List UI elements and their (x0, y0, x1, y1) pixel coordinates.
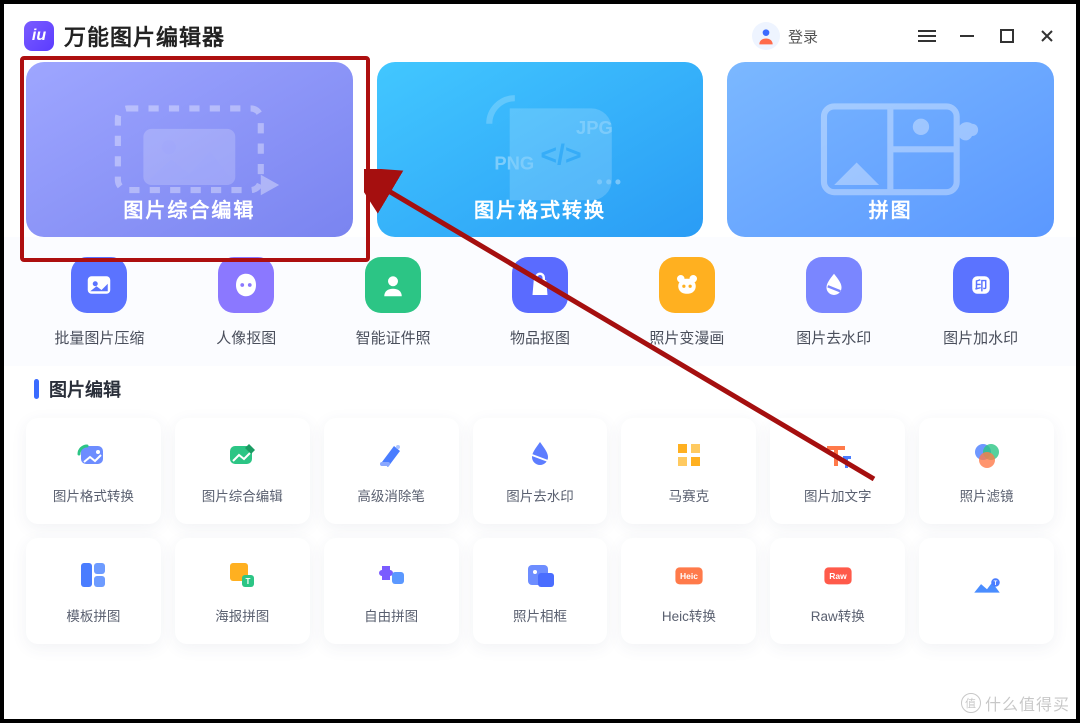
card-add-text[interactable]: 图片加文字 (770, 418, 905, 524)
card-label: Heic转换 (662, 605, 716, 625)
tool-label: 图片去水印 (796, 327, 871, 348)
hero-format-convert[interactable]: PNG JPG</> 图片格式转换 (377, 62, 704, 237)
svg-text:PNG: PNG (494, 153, 534, 174)
hero-image-edit[interactable]: 图片综合编辑 (26, 62, 353, 237)
frame-icon (522, 557, 558, 593)
tool-portrait-cutout[interactable]: 人像抠图 (173, 257, 320, 348)
watermark-text: 什么值得买 (985, 691, 1070, 715)
card-free-collage[interactable]: 自由拼图 (324, 538, 459, 644)
card-grid-row1: 图片格式转换 图片综合编辑 高级消除笔 图片去水印 马赛克 图片加文字 照片滤镜 (4, 418, 1076, 524)
tool-label: 照片变漫画 (649, 327, 724, 348)
edit-image-icon (224, 437, 260, 473)
hero-label: 拼图 (869, 194, 913, 223)
card-raw-convert[interactable]: Raw Raw转换 (770, 538, 905, 644)
card-poster-collage[interactable]: T 海报拼图 (175, 538, 310, 644)
text-icon (820, 437, 856, 473)
svg-text:Raw: Raw (829, 571, 847, 581)
tool-label: 批量图片压缩 (54, 327, 144, 348)
card-label: 图片综合编辑 (202, 485, 283, 505)
hero-row: 图片综合编辑 PNG JPG</> 图片格式转换 拼图 (4, 62, 1076, 237)
raw-icon: Raw (820, 557, 856, 593)
watermark: 值 什么值得买 (961, 691, 1070, 715)
svg-text:JPG: JPG (576, 117, 613, 138)
card-label: 高级消除笔 (357, 485, 425, 505)
tool-row: 批量图片压缩 人像抠图 智能证件照 物品抠图 照片变漫画 图片去水印 印 图片加… (4, 237, 1076, 366)
tool-label: 智能证件照 (356, 327, 431, 348)
card-more[interactable]: T (919, 538, 1054, 644)
app-logo-icon: iu (24, 21, 54, 51)
login-button[interactable]: 登录 (752, 22, 818, 50)
tool-label: 图片加水印 (943, 327, 1018, 348)
tool-label: 人像抠图 (216, 327, 276, 348)
hero-collage[interactable]: 拼图 (727, 62, 1054, 237)
section-header: 图片编辑 (4, 366, 1076, 418)
hero-label: 图片综合编辑 (123, 194, 255, 223)
tool-add-watermark[interactable]: 印 图片加水印 (907, 257, 1054, 348)
card-label: 自由拼图 (364, 605, 418, 625)
droplet-icon (806, 257, 862, 313)
card-format-convert[interactable]: 图片格式转换 (26, 418, 161, 524)
convert-icon (75, 437, 111, 473)
eraser-icon (373, 437, 409, 473)
login-label: 登录 (788, 26, 818, 47)
close-icon[interactable] (1038, 27, 1056, 45)
mosaic-icon (671, 437, 707, 473)
image-icon (71, 257, 127, 313)
accent-bar-icon (34, 379, 39, 399)
card-label: 图片格式转换 (53, 485, 134, 505)
card-grid-row2: 模板拼图 T 海报拼图 自由拼图 照片相框 Heic Heic转换 Raw Ra… (4, 538, 1076, 644)
filter-icon (969, 437, 1005, 473)
card-photo-frame[interactable]: 照片相框 (473, 538, 608, 644)
card-label: Raw转换 (811, 605, 865, 625)
droplet-slash-icon (522, 437, 558, 473)
menu-icon[interactable] (918, 27, 936, 45)
section-title: 图片编辑 (49, 376, 121, 402)
svg-text:印: 印 (974, 279, 987, 293)
card-label: 海报拼图 (215, 605, 269, 625)
tool-id-photo[interactable]: 智能证件照 (320, 257, 467, 348)
landscape-text-icon: T (969, 567, 1005, 603)
card-label: 模板拼图 (66, 605, 120, 625)
card-eraser[interactable]: 高级消除笔 (324, 418, 459, 524)
poster-collage-icon: T (224, 557, 260, 593)
puzzle-icon (373, 557, 409, 593)
bag-icon (512, 257, 568, 313)
svg-text:</>: </> (540, 140, 581, 172)
titlebar: iu 万能图片编辑器 登录 (4, 4, 1076, 62)
card-photo-filter[interactable]: 照片滤镜 (919, 418, 1054, 524)
stamp-icon: 印 (953, 257, 1009, 313)
tool-object-cutout[interactable]: 物品抠图 (467, 257, 614, 348)
window-controls (918, 27, 1056, 45)
face-icon (218, 257, 274, 313)
svg-text:T: T (993, 581, 997, 587)
bear-icon (659, 257, 715, 313)
card-heic-convert[interactable]: Heic Heic转换 (621, 538, 756, 644)
card-remove-watermark[interactable]: 图片去水印 (473, 418, 608, 524)
card-label: 图片加文字 (804, 485, 872, 505)
card-label: 图片去水印 (506, 485, 574, 505)
tool-remove-watermark[interactable]: 图片去水印 (760, 257, 907, 348)
watermark-logo-icon: 值 (961, 693, 981, 713)
minimize-icon[interactable] (958, 27, 976, 45)
heic-icon: Heic (671, 557, 707, 593)
person-icon (365, 257, 421, 313)
tool-batch-compress[interactable]: 批量图片压缩 (26, 257, 173, 348)
svg-text:T: T (246, 577, 251, 586)
card-label: 马赛克 (669, 485, 710, 505)
card-template-collage[interactable]: 模板拼图 (26, 538, 161, 644)
tool-photo-comic[interactable]: 照片变漫画 (613, 257, 760, 348)
svg-text:Heic: Heic (680, 571, 698, 581)
avatar-icon (752, 22, 780, 50)
maximize-icon[interactable] (998, 27, 1016, 45)
card-image-edit[interactable]: 图片综合编辑 (175, 418, 310, 524)
card-label: 照片滤镜 (960, 485, 1014, 505)
template-collage-icon (75, 557, 111, 593)
tool-label: 物品抠图 (510, 327, 570, 348)
card-mosaic[interactable]: 马赛克 (621, 418, 756, 524)
app-title: 万能图片编辑器 (64, 20, 225, 52)
card-label: 照片相框 (513, 605, 567, 625)
hero-label: 图片格式转换 (474, 194, 606, 223)
